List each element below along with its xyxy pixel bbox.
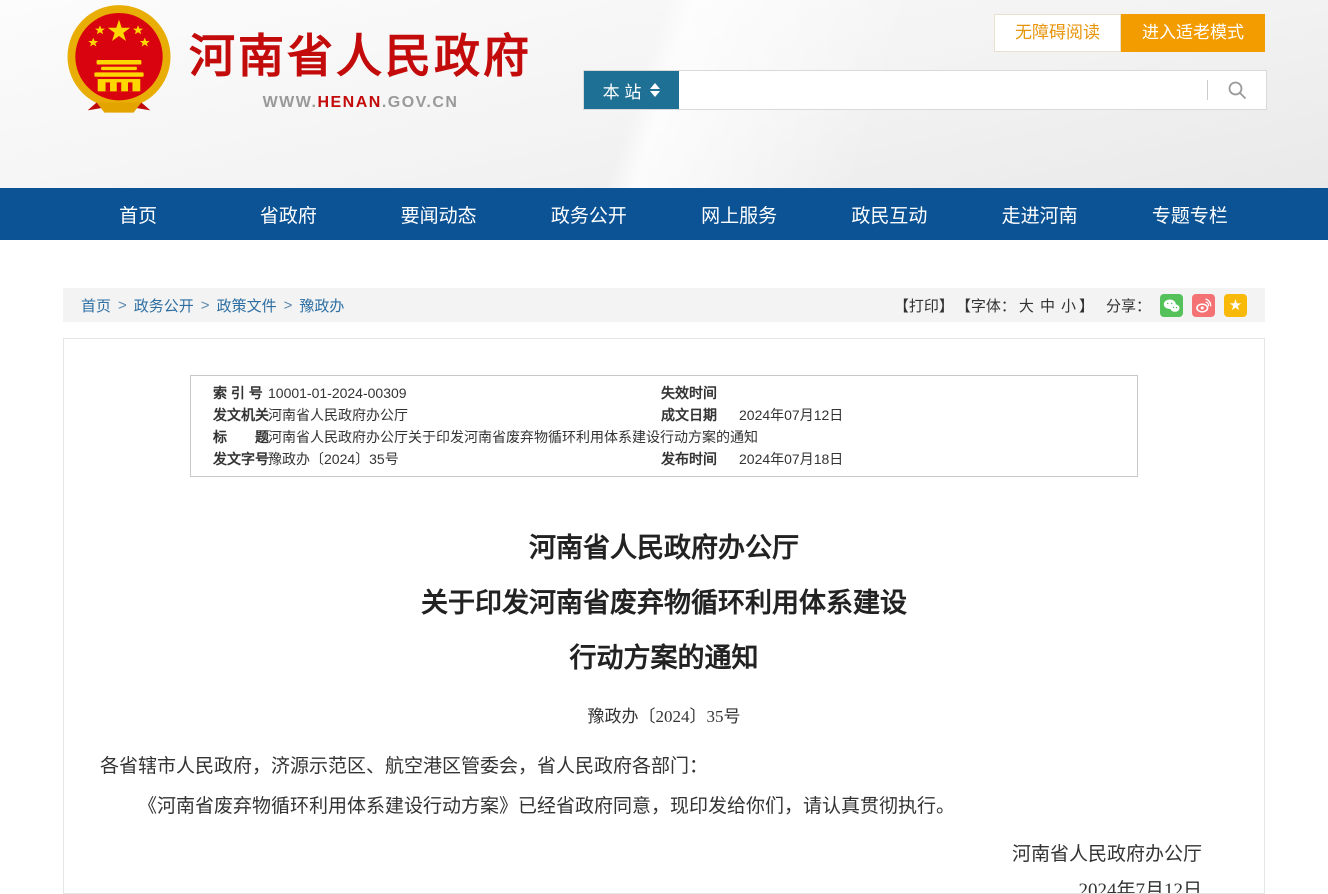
wechat-icon bbox=[1163, 298, 1180, 313]
document-title-line-1: 河南省人民政府办公厅 bbox=[64, 521, 1264, 576]
breadcrumb-separator: > bbox=[201, 297, 210, 314]
search-button[interactable] bbox=[1208, 71, 1266, 109]
site-search: 本 站 bbox=[583, 70, 1267, 110]
chevron-up-down-icon bbox=[650, 83, 660, 97]
page-toolbar: 【打印】 【字体：大中小】 分享： ★ bbox=[894, 294, 1247, 317]
page: { "brand": { "emblem_icon": "china-natio… bbox=[0, 0, 1328, 894]
document-title-line-3: 行动方案的通知 bbox=[64, 631, 1264, 686]
meta-title-value: 河南省人民政府办公厅关于印发河南省废弃物循环利用体系建设行动方案的通知 bbox=[268, 426, 1137, 448]
meta-expiry-label: 失效时间 bbox=[661, 382, 739, 404]
font-size-medium-button[interactable]: 中 bbox=[1040, 298, 1055, 315]
search-scope-select[interactable]: 本 站 bbox=[584, 71, 679, 109]
nav-item-online-services[interactable]: 网上服务 bbox=[664, 188, 814, 240]
document-number: 豫政办〔2024〕35号 bbox=[64, 702, 1264, 727]
meta-issuer-label: 发文机关 bbox=[191, 404, 268, 426]
document-title: 河南省人民政府办公厅 关于印发河南省废弃物循环利用体系建设 行动方案的通知 bbox=[64, 521, 1264, 686]
nav-item-government-affairs[interactable]: 政务公开 bbox=[514, 188, 664, 240]
print-button[interactable]: 【打印】 bbox=[894, 295, 954, 316]
document-paragraphs: 各省辖市人民政府，济源示范区、航空港区管委会，省人民政府各部门： 《河南省废弃物… bbox=[64, 747, 1264, 827]
document-title-line-2: 关于印发河南省废弃物循环利用体系建设 bbox=[64, 576, 1264, 631]
nav-item-public-interaction[interactable]: 政民互动 bbox=[814, 188, 964, 240]
main-nav: 首页 省政府 要闻动态 政务公开 网上服务 政民互动 走进河南 专题专栏 bbox=[0, 188, 1328, 240]
document-body-wrapper: 河南省人民政府办公厅 关于印发河南省废弃物循环利用体系建设 行动方案的通知 豫政… bbox=[64, 521, 1264, 894]
search-input[interactable] bbox=[679, 71, 1207, 109]
meta-row-doc-number: 发文字号 豫政办〔2024〕35号 发布时间 2024年07月18日 bbox=[191, 448, 1137, 470]
meta-row-index: 索 引 号 10001-01-2024-00309 失效时间 bbox=[191, 382, 1137, 404]
meta-doc-number-label: 发文字号 bbox=[191, 448, 268, 470]
elder-mode-button[interactable]: 进入适老模式 bbox=[1121, 14, 1265, 52]
site-url-core: HENAN bbox=[317, 94, 381, 111]
site-logo[interactable]: 河南省人民政府 WWW.HENAN.GOV.CN bbox=[63, 4, 532, 116]
main-nav-inner: 首页 省政府 要闻动态 政务公开 网上服务 政民互动 走进河南 专题专栏 bbox=[63, 188, 1265, 240]
share-label: 分享： bbox=[1106, 295, 1151, 316]
meta-doc-number-value: 豫政办〔2024〕35号 bbox=[268, 448, 661, 470]
nav-item-about-henan[interactable]: 走进河南 bbox=[965, 188, 1115, 240]
breadcrumb-government-affairs[interactable]: 政务公开 bbox=[134, 295, 194, 316]
breadcrumb-bar: 首页 > 政务公开 > 政策文件 > 豫政办 【打印】 【字体：大中小】 分享： bbox=[63, 288, 1265, 322]
document-paragraph-salutation: 各省辖市人民政府，济源示范区、航空港区管委会，省人民政府各部门： bbox=[100, 747, 1228, 787]
nav-item-provincial-government[interactable]: 省政府 bbox=[213, 188, 363, 240]
meta-row-issuer: 发文机关 河南省人民政府办公厅 成文日期 2024年07月12日 bbox=[191, 404, 1137, 426]
site-url-tail: .GOV.CN bbox=[382, 94, 459, 111]
document-paragraph-main: 《河南省废弃物循环利用体系建设行动方案》已经省政府同意，现印发给你们，请认真贯彻… bbox=[100, 787, 1228, 827]
favorite-star-icon: ★ bbox=[1229, 298, 1242, 313]
signature-organization: 河南省人民政府办公厅 bbox=[64, 837, 1202, 873]
meta-index-value: 10001-01-2024-00309 bbox=[268, 382, 661, 404]
brand-text: 河南省人民政府 WWW.HENAN.GOV.CN bbox=[189, 4, 532, 112]
site-header: 河南省人民政府 WWW.HENAN.GOV.CN 无障碍阅读 进入适老模式 本 … bbox=[0, 0, 1328, 188]
site-title: 河南省人民政府 bbox=[189, 20, 532, 86]
meta-publish-date-label: 发布时间 bbox=[661, 448, 739, 470]
meta-issuer-value: 河南省人民政府办公厅 bbox=[268, 404, 661, 426]
font-size-large-button[interactable]: 大 bbox=[1019, 298, 1034, 315]
weibo-icon bbox=[1195, 297, 1212, 313]
document-signature: 河南省人民政府办公厅 2024年7月12日 bbox=[64, 837, 1264, 894]
breadcrumb-separator: > bbox=[118, 297, 127, 314]
font-size-prefix: 【字体： bbox=[956, 298, 1016, 315]
meta-written-date-label: 成文日期 bbox=[661, 404, 739, 426]
nav-item-special-topics[interactable]: 专题专栏 bbox=[1115, 188, 1265, 240]
meta-expiry-value bbox=[739, 382, 1137, 404]
breadcrumb: 首页 > 政务公开 > 政策文件 > 豫政办 bbox=[81, 295, 344, 316]
site-url-www: WWW. bbox=[263, 94, 318, 111]
site-url: WWW.HENAN.GOV.CN bbox=[189, 94, 532, 112]
meta-written-date-value: 2024年07月12日 bbox=[739, 404, 1137, 426]
meta-row-title: 标 题 河南省人民政府办公厅关于印发河南省废弃物循环利用体系建设行动方案的通知 bbox=[191, 426, 1137, 448]
breadcrumb-policy-documents[interactable]: 政策文件 bbox=[217, 295, 277, 316]
share-favorite-button[interactable]: ★ bbox=[1224, 294, 1247, 317]
breadcrumb-home[interactable]: 首页 bbox=[81, 295, 111, 316]
accessibility-reading-button[interactable]: 无障碍阅读 bbox=[994, 14, 1121, 52]
breadcrumb-yuzhengban[interactable]: 豫政办 bbox=[299, 295, 344, 316]
nav-item-home[interactable]: 首页 bbox=[63, 188, 213, 240]
share-wechat-button[interactable] bbox=[1160, 294, 1183, 317]
share-weibo-button[interactable] bbox=[1192, 294, 1215, 317]
document-meta-table: 索 引 号 10001-01-2024-00309 失效时间 发文机关 河南省人… bbox=[190, 375, 1138, 477]
font-size-controls: 【字体：大中小】 bbox=[956, 295, 1094, 316]
meta-index-label: 索 引 号 bbox=[191, 382, 268, 404]
nav-item-news[interactable]: 要闻动态 bbox=[364, 188, 514, 240]
search-scope-label: 本 站 bbox=[603, 78, 642, 103]
search-icon bbox=[1226, 79, 1248, 101]
font-size-suffix: 】 bbox=[1079, 298, 1094, 315]
breadcrumb-separator: > bbox=[284, 297, 293, 314]
font-size-small-button[interactable]: 小 bbox=[1061, 298, 1076, 315]
china-national-emblem-icon bbox=[63, 4, 175, 116]
header-actions: 无障碍阅读 进入适老模式 bbox=[994, 14, 1265, 52]
meta-title-label: 标 题 bbox=[191, 426, 268, 448]
document-content: 索 引 号 10001-01-2024-00309 失效时间 发文机关 河南省人… bbox=[63, 338, 1265, 894]
meta-publish-date-value: 2024年07月18日 bbox=[739, 448, 1137, 470]
signature-date: 2024年7月12日 bbox=[64, 873, 1202, 894]
